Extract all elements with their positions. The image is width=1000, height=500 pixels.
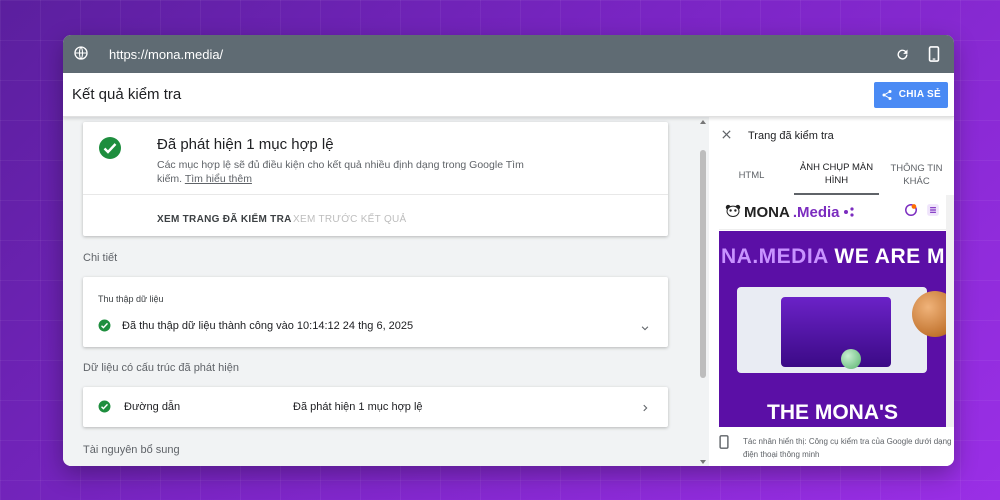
content-area: Đã phát hiện 1 mục hợp lệ Các mục hợp lệ… bbox=[63, 117, 954, 466]
details-section-label: Chi tiết bbox=[83, 252, 118, 264]
preview-results-button[interactable]: XEM TRƯỚC KẾT QUẢ bbox=[293, 214, 407, 225]
mona-logo: MONA .Media bbox=[725, 204, 855, 221]
crawl-card: Thu thập dữ liệu Đã thu thập dữ liệu thà… bbox=[83, 277, 668, 347]
screenshot-scrollbar[interactable] bbox=[946, 195, 954, 427]
structured-item-value: Đã phát hiện 1 mục hợp lệ bbox=[293, 401, 423, 413]
learn-more-link[interactable]: Tìm hiểu thêm bbox=[185, 173, 252, 185]
hero-headline: NA.MEDIA WE ARE M bbox=[721, 245, 945, 269]
close-icon[interactable] bbox=[721, 127, 732, 145]
logo-suffix: .Media bbox=[792, 203, 840, 221]
reload-icon[interactable] bbox=[892, 44, 912, 64]
ball-image bbox=[841, 349, 861, 369]
globe-icon bbox=[73, 45, 91, 63]
share-label: CHIA SẺ bbox=[898, 89, 941, 100]
extra-section-label: Tài nguyên bổ sung bbox=[83, 444, 180, 456]
crawl-status-row[interactable]: Đã thu thập dữ liệu thành công vào 10:14… bbox=[98, 319, 413, 332]
panel-tabs: HTML ẢNH CHỤP MÀN HÌNH THÔNG TIN KHÁC bbox=[709, 155, 954, 195]
app-bar: Kết quả kiểm tra CHIA SẺ bbox=[63, 73, 954, 117]
results-pane[interactable]: Đã phát hiện 1 mục hợp lệ Các mục hợp lệ… bbox=[63, 117, 697, 466]
scrollbar-thumb[interactable] bbox=[700, 150, 706, 378]
cart-icon bbox=[904, 203, 918, 222]
structured-section-label: Dữ liệu có cấu trúc đã phát hiện bbox=[83, 362, 239, 374]
rendering-agent-info: Tác nhân hiển thị: Công cụ kiểm tra của … bbox=[719, 435, 954, 461]
summary-description: Các mục hợp lệ sẽ đủ điều kiện cho kết q… bbox=[157, 158, 527, 186]
panda-icon bbox=[725, 204, 741, 221]
valid-check-icon bbox=[98, 136, 122, 165]
share-button[interactable]: CHIA SẺ bbox=[873, 81, 948, 108]
page-title: Kết quả kiểm tra bbox=[72, 86, 182, 103]
dots-icon bbox=[843, 204, 855, 221]
hero-tagline: WE ARE M bbox=[834, 245, 945, 268]
hero-banner: NA.MEDIA WE ARE M THE MONA'S bbox=[719, 231, 946, 427]
mobile-device-icon[interactable] bbox=[924, 44, 944, 64]
mockup-screen bbox=[781, 297, 891, 367]
tab-screenshot[interactable]: ẢNH CHỤP MÀN HÌNH bbox=[794, 155, 879, 195]
menu-icon bbox=[926, 203, 940, 222]
page-screenshot: MONA .Media NA.MEDIA WE ARE M THE MONA'S bbox=[719, 195, 946, 427]
site-header: MONA .Media bbox=[719, 195, 946, 230]
chevron-down-icon[interactable] bbox=[640, 320, 650, 338]
rendering-agent-text: Tác nhân hiển thị: Công cụ kiểm tra của … bbox=[743, 437, 952, 459]
url-bar: https://mona.media/ bbox=[63, 35, 954, 73]
crawl-label: Thu thập dữ liệu bbox=[98, 294, 164, 304]
logo-text: MONA bbox=[744, 203, 790, 221]
summary-card: Đã phát hiện 1 mục hợp lệ Các mục hợp lệ… bbox=[83, 122, 668, 236]
browser-window: https://mona.media/ Kết quả kiểm tra CHI… bbox=[63, 35, 954, 466]
summary-heading: Đã phát hiện 1 mục hợp lệ bbox=[157, 136, 334, 153]
dashboard-mockup-image bbox=[737, 287, 927, 373]
url-text[interactable]: https://mona.media/ bbox=[109, 47, 880, 62]
smartphone-icon bbox=[719, 435, 729, 461]
scroll-down-arrow[interactable] bbox=[700, 460, 706, 464]
tab-html[interactable]: HTML bbox=[709, 155, 794, 195]
hero-bottom-text: THE MONA'S bbox=[767, 401, 898, 424]
divider bbox=[83, 194, 668, 195]
chevron-right-icon[interactable] bbox=[640, 400, 650, 418]
scroll-up-arrow[interactable] bbox=[700, 120, 706, 124]
crawl-status-text: Đã thu thập dữ liệu thành công vào 10:14… bbox=[122, 319, 414, 332]
share-icon bbox=[882, 89, 892, 100]
view-tested-page-button[interactable]: XEM TRANG ĐÃ KIỂM TRA bbox=[157, 214, 292, 225]
success-check-icon bbox=[98, 319, 111, 332]
tab-more-info[interactable]: THÔNG TIN KHÁC bbox=[879, 155, 954, 195]
tested-page-panel: Trang đã kiểm tra HTML ẢNH CHỤP MÀN HÌNH… bbox=[709, 117, 954, 466]
success-check-icon bbox=[98, 400, 111, 418]
results-scrollbar[interactable] bbox=[697, 117, 709, 466]
panel-header: Trang đã kiểm tra bbox=[709, 117, 954, 155]
site-header-icons bbox=[904, 203, 940, 222]
panel-title: Trang đã kiểm tra bbox=[748, 130, 834, 142]
hero-brand: NA.MEDIA bbox=[721, 245, 829, 268]
structured-item-row[interactable]: Đường dẫn Đã phát hiện 1 mục hợp lệ bbox=[83, 387, 668, 427]
structured-item-name: Đường dẫn bbox=[124, 401, 181, 413]
